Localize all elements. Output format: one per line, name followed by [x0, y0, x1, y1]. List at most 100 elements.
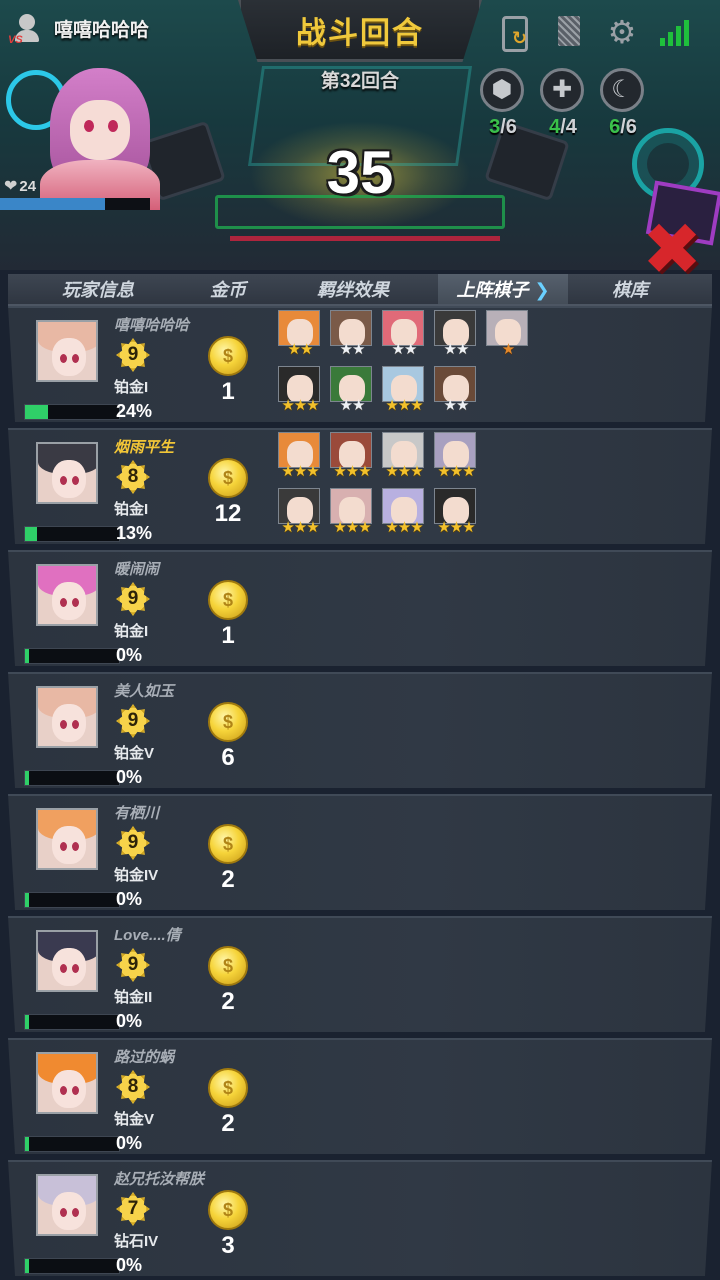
gear-icon[interactable]: ⚙: [606, 14, 638, 50]
chess-piece[interactable]: ★★★: [330, 432, 372, 480]
tab-deployed-label: 上阵棋子: [456, 280, 529, 300]
chess-piece[interactable]: ★★★: [278, 488, 320, 535]
tab-player-info[interactable]: 玩家信息: [8, 276, 188, 302]
player-row[interactable]: 嘻嘻哈哈哈 9 铂金I 24% $1 ★★ ★★ ★★ ★★ ★ ★★★ ★★ ★★★ ★★: [8, 306, 712, 422]
avatar[interactable]: [36, 808, 98, 870]
tab-deployed[interactable]: 上阵棋子 ❯: [438, 274, 568, 304]
piece-stars: ★: [484, 342, 532, 357]
coin-icon: $: [208, 824, 248, 864]
title-plate: 战斗回合: [238, 0, 482, 62]
chess-piece[interactable]: ★★: [330, 310, 372, 357]
chess-piece[interactable]: ★★★: [434, 432, 476, 480]
star-icon: ★: [410, 397, 423, 414]
chess-piece[interactable]: ★★★: [278, 432, 320, 479]
rank-label: 铂金I: [114, 379, 149, 396]
tab-gold[interactable]: 金币: [188, 276, 268, 302]
gold-value: 2: [221, 866, 235, 893]
chess-piece[interactable]: ★★: [382, 310, 424, 357]
chess-piece[interactable]: ★★★: [278, 366, 320, 414]
star-icon: ★: [358, 463, 371, 480]
star-icon: ★: [352, 397, 365, 414]
avatar-face: [52, 338, 86, 376]
player-row[interactable]: 烟雨平生 8 铂金I 13% $12 ★★★ ★★★ ★★★ ★★★ ★★★ ★★★ ★★★ ★★★: [8, 428, 712, 544]
star-icon: ★: [443, 341, 457, 358]
level-badge: 9: [116, 826, 150, 860]
player-row[interactable]: 暖闹闹 9 铂金I 0% $1: [8, 550, 712, 666]
tab-synergy[interactable]: 羁绊效果: [268, 276, 438, 302]
player-row[interactable]: 路过的蜗 8 铂金V 0% $2: [8, 1038, 712, 1154]
xp-percent: 0%: [116, 889, 143, 909]
avatar[interactable]: [36, 686, 98, 748]
avatar-eye: [60, 476, 67, 485]
star-icon: ★: [293, 519, 307, 536]
star-icon: ★: [397, 519, 411, 536]
avatar[interactable]: [36, 320, 98, 382]
chess-piece[interactable]: ★: [486, 310, 528, 357]
chess-piece[interactable]: ★★★: [382, 366, 424, 413]
player-name: 美人如玉: [114, 683, 175, 700]
avatar-eye: [72, 1208, 79, 1217]
piece-line: ★★★ ★★★ ★★★ ★★★: [278, 488, 578, 536]
star-icon: ★: [410, 519, 423, 536]
avatar-eye: [72, 842, 79, 851]
xp-bar: [24, 648, 120, 664]
xp-percent: 0%: [116, 1255, 143, 1275]
star-icon: ★: [385, 397, 398, 414]
gold-value: 1: [221, 378, 235, 405]
piece-stars: ★★★: [432, 520, 480, 535]
star-icon: ★: [358, 519, 371, 536]
xp-bar: [24, 404, 120, 420]
star-icon: ★: [345, 463, 359, 480]
trait-cross[interactable]: ✚ 4/4: [540, 68, 586, 139]
avatar[interactable]: [36, 442, 98, 504]
avatar[interactable]: [36, 1052, 98, 1114]
chess-piece[interactable]: ★★: [278, 310, 320, 357]
chess-piece[interactable]: ★★★: [330, 488, 372, 536]
chess-piece[interactable]: ★★★: [382, 488, 424, 536]
avatar-eye: [72, 720, 79, 729]
chess-piece[interactable]: ★★★: [434, 488, 476, 535]
piece-stars: ★★★: [380, 398, 428, 413]
avatar-eye: [60, 720, 67, 729]
phone-rotate-icon[interactable]: [498, 14, 530, 52]
cards-icon[interactable]: [552, 14, 584, 50]
star-icon: ★: [391, 341, 405, 358]
avatar[interactable]: [36, 930, 98, 992]
chess-piece[interactable]: ★★: [434, 310, 476, 357]
avatar-face: [52, 826, 86, 864]
player-row[interactable]: 美人如玉 9 铂金V 0% $6: [8, 672, 712, 788]
player-row[interactable]: 赵兄托汝帮朕 7 钻石IV 0% $3: [8, 1160, 712, 1276]
chess-piece[interactable]: ★★: [434, 366, 476, 414]
player-header[interactable]: VS 嘻嘻哈哈哈: [8, 10, 149, 46]
piece-stars: ★★: [432, 342, 480, 357]
star-icon: ★: [385, 463, 398, 480]
cross-trait-icon: ✚: [540, 68, 584, 112]
star-icon: ★: [293, 397, 307, 414]
signal-icon: [660, 14, 692, 50]
level-badge: 8: [116, 1070, 150, 1104]
piece-stars: ★★★: [276, 520, 324, 535]
xp-bar: [24, 1258, 120, 1274]
star-icon: ★: [385, 519, 398, 536]
hp-bar-fill: [0, 198, 105, 210]
player-row[interactable]: 有栖川 9 铂金IV 0% $2: [8, 794, 712, 910]
trait-count: 3/6: [480, 116, 526, 139]
avatar[interactable]: [36, 1174, 98, 1236]
hp-value: 24: [19, 177, 37, 195]
countdown-timer: 35: [326, 139, 394, 206]
avatar[interactable]: [36, 564, 98, 626]
coin-icon: $: [208, 1068, 248, 1108]
xp-percent: 0%: [116, 645, 143, 665]
trait-moon[interactable]: ☾ 6/6: [600, 68, 646, 139]
versus-icon: VS: [8, 10, 46, 46]
tab-bench[interactable]: 棋库: [568, 276, 692, 302]
trait-shield[interactable]: ⬢ 3/6: [480, 68, 526, 139]
piece-stars: ★★: [380, 342, 428, 357]
rank-label: 铂金I: [114, 623, 149, 640]
player-row[interactable]: Love....倩 9 铂金II 0% $2: [8, 916, 712, 1032]
chess-piece[interactable]: ★★: [330, 366, 372, 414]
star-icon: ★: [437, 463, 450, 480]
chess-piece[interactable]: ★★★: [382, 432, 424, 480]
xp-percent: 0%: [116, 767, 143, 787]
star-icon: ★: [443, 397, 457, 414]
